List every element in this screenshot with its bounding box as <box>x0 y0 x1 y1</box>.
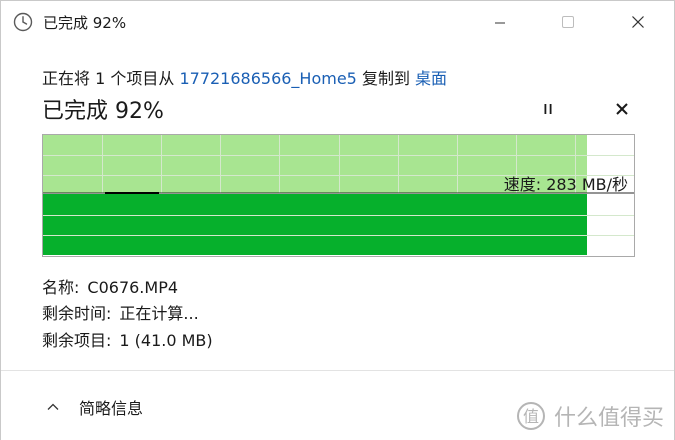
minimize-icon <box>494 14 506 33</box>
title-bar: 已完成 92% <box>1 1 674 45</box>
items-remaining-value: 1 (41.0 MB) <box>119 331 213 350</box>
progress-title: 已完成 92% <box>42 99 164 124</box>
destination-folder-link[interactable]: 桌面 <box>415 69 447 88</box>
chevron-up-icon <box>45 399 61 415</box>
watermark-text: 什么值得买 <box>553 406 664 431</box>
watermark: 值 什么值得买 <box>516 400 664 432</box>
copy-middle-text: 复制到 <box>356 69 416 88</box>
copy-prefix-text: 正在将 1 个项目从 <box>42 69 180 88</box>
maximize-icon <box>561 14 575 33</box>
name-label: 名称: <box>42 278 80 297</box>
progress-fill <box>43 194 587 255</box>
svg-text:值: 值 <box>523 407 539 426</box>
time-remaining-label: 剩余时间: <box>42 304 112 323</box>
items-remaining-label: 剩余项目: <box>42 331 112 350</box>
copy-progress-window: 已完成 92% 正在将 1 个项目从 17721686566_Home5 复制到… <box>0 0 675 440</box>
cancel-icon <box>615 101 629 120</box>
cancel-button[interactable] <box>607 95 637 125</box>
detail-name-row: 名称: C0676.MP4 <box>42 274 178 298</box>
speed-label: 速度: 283 MB/秒 <box>503 175 628 194</box>
source-folder-link[interactable]: 17721686566_Home5 <box>179 69 356 88</box>
clock-icon <box>13 12 33 32</box>
close-button[interactable] <box>615 1 661 45</box>
watermark-logo-icon: 值 <box>516 401 546 431</box>
detail-time-row: 剩余时间: 正在计算... <box>42 300 199 324</box>
close-icon <box>631 14 645 33</box>
name-value: C0676.MP4 <box>87 278 179 297</box>
dialog-footer: 简略信息 值 什么值得买 <box>1 370 674 440</box>
minimize-button[interactable] <box>477 1 523 45</box>
time-remaining-value: 正在计算... <box>119 304 199 323</box>
fewer-details-label: 简略信息 <box>79 399 144 418</box>
fewer-details-toggle[interactable]: 简略信息 <box>45 395 143 419</box>
copy-description: 正在将 1 个项目从 17721686566_Home5 复制到 桌面 <box>42 65 447 89</box>
pause-button[interactable] <box>533 95 563 125</box>
window-title: 已完成 92% <box>43 14 127 32</box>
detail-items-row: 剩余项目: 1 (41.0 MB) <box>42 327 213 351</box>
pause-icon <box>541 101 555 120</box>
maximize-button[interactable] <box>545 1 591 45</box>
transfer-speed-graph: 速度: 283 MB/秒 <box>42 134 635 257</box>
speed-graph-canvas <box>43 135 634 255</box>
